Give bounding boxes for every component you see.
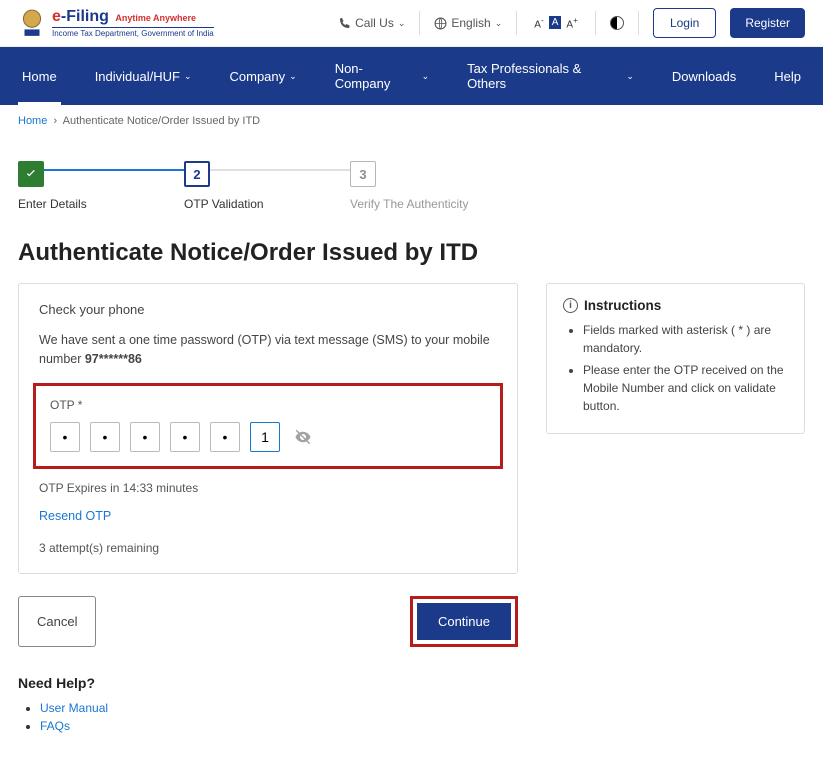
otp-digit-6[interactable] bbox=[250, 422, 280, 452]
chevron-down-icon: ⌄ bbox=[398, 18, 406, 29]
check-icon bbox=[24, 167, 38, 181]
language-label: English bbox=[451, 16, 490, 30]
call-us-dropdown[interactable]: Call Us ⌄ bbox=[339, 16, 405, 30]
need-help-title: Need Help? bbox=[18, 675, 518, 691]
step-1-done bbox=[18, 161, 44, 187]
chevron-down-icon: ⌄ bbox=[289, 71, 297, 82]
nav-noncompany-label: Non-Company bbox=[335, 61, 418, 91]
otp-digit-5[interactable] bbox=[210, 422, 240, 452]
step-3-label: Verify The Authenticity bbox=[350, 197, 516, 211]
instructions-title: i Instructions bbox=[563, 298, 788, 313]
logo[interactable]: e-Filing Anytime Anywhere Income Tax Dep… bbox=[18, 8, 214, 38]
user-manual-link[interactable]: User Manual bbox=[40, 701, 108, 715]
call-us-label: Call Us bbox=[355, 16, 394, 30]
cancel-button[interactable]: Cancel bbox=[18, 596, 96, 647]
breadcrumb-home[interactable]: Home bbox=[18, 115, 47, 127]
nav-noncompany[interactable]: Non-Company ⌄ bbox=[331, 47, 433, 105]
step-2-current: 2 bbox=[184, 161, 210, 187]
chevron-down-icon: ⌄ bbox=[184, 71, 192, 82]
globe-icon bbox=[434, 17, 447, 30]
phone-icon bbox=[339, 17, 351, 29]
otp-highlight-box: OTP * bbox=[33, 383, 503, 469]
navbar: Home Individual/HUF⌄ Company⌄ Non-Compan… bbox=[0, 47, 823, 105]
login-button[interactable]: Login bbox=[653, 8, 716, 38]
instruction-item: Please enter the OTP received on the Mob… bbox=[583, 361, 788, 415]
instructions-card: i Instructions Fields marked with asteri… bbox=[546, 283, 805, 434]
nav-individual[interactable]: Individual/HUF ⌄ bbox=[91, 47, 196, 105]
otp-digit-4[interactable] bbox=[170, 422, 200, 452]
continue-button[interactable]: Continue bbox=[417, 603, 511, 640]
card-mobile-number: 97******86 bbox=[85, 352, 142, 366]
resend-otp-link[interactable]: Resend OTP bbox=[39, 509, 497, 523]
otp-digit-1[interactable] bbox=[50, 422, 80, 452]
step-connector bbox=[210, 169, 350, 171]
otp-label: OTP * bbox=[50, 398, 486, 412]
font-size-controls: A- A A+ bbox=[531, 14, 581, 31]
font-default[interactable]: A bbox=[549, 16, 562, 29]
nav-company[interactable]: Company⌄ bbox=[226, 47, 301, 105]
header-right: Call Us ⌄ English ⌄ A- A A+ Login Regist… bbox=[339, 8, 805, 38]
emblem-icon bbox=[18, 8, 46, 38]
instructions-title-text: Instructions bbox=[584, 298, 661, 313]
need-help-section: Need Help? User Manual FAQs bbox=[18, 675, 518, 733]
chevron-down-icon: ⌄ bbox=[495, 18, 503, 29]
info-icon: i bbox=[563, 298, 578, 313]
divider bbox=[419, 11, 420, 35]
continue-highlight-box: Continue bbox=[410, 596, 518, 647]
breadcrumb-current: Authenticate Notice/Order Issued by ITD bbox=[63, 115, 260, 127]
step-3-pending: 3 bbox=[350, 161, 376, 187]
divider bbox=[516, 11, 517, 35]
card-subtitle: Check your phone bbox=[39, 302, 497, 317]
stepper: 2 3 bbox=[18, 161, 805, 187]
register-button[interactable]: Register bbox=[730, 8, 805, 38]
nav-downloads[interactable]: Downloads bbox=[668, 47, 740, 105]
font-decrease[interactable]: A- bbox=[531, 14, 546, 31]
step-1-label: Enter Details bbox=[18, 197, 184, 211]
breadcrumb: Home › Authenticate Notice/Order Issued … bbox=[0, 105, 823, 137]
otp-card: Check your phone We have sent a one time… bbox=[18, 283, 518, 574]
contrast-toggle[interactable] bbox=[610, 16, 624, 30]
step-labels: Enter Details OTP Validation Verify The … bbox=[18, 197, 805, 211]
divider bbox=[638, 11, 639, 35]
nav-taxprof-label: Tax Professionals & Others bbox=[467, 61, 622, 91]
otp-inputs bbox=[50, 422, 486, 452]
otp-digit-3[interactable] bbox=[130, 422, 160, 452]
divider bbox=[595, 11, 596, 35]
nav-taxprof[interactable]: Tax Professionals & Others ⌄ bbox=[463, 47, 638, 105]
attempts-remaining: 3 attempt(s) remaining bbox=[39, 541, 497, 555]
logo-text: e-Filing Anytime Anywhere Income Tax Dep… bbox=[52, 8, 214, 38]
nav-company-label: Company bbox=[230, 69, 286, 84]
chevron-down-icon: ⌄ bbox=[626, 71, 634, 82]
nav-home[interactable]: Home bbox=[18, 47, 61, 105]
instruction-item: Fields marked with asterisk ( * ) are ma… bbox=[583, 321, 788, 357]
font-increase[interactable]: A+ bbox=[563, 14, 581, 31]
language-dropdown[interactable]: English ⌄ bbox=[434, 16, 502, 30]
chevron-down-icon: ⌄ bbox=[422, 71, 430, 82]
logo-filing: -Filing bbox=[61, 8, 109, 25]
header: e-Filing Anytime Anywhere Income Tax Dep… bbox=[0, 0, 823, 47]
nav-individual-label: Individual/HUF bbox=[95, 69, 180, 84]
faqs-link[interactable]: FAQs bbox=[40, 719, 70, 733]
otp-expiry: OTP Expires in 14:33 minutes bbox=[39, 481, 497, 495]
step-2-label: OTP Validation bbox=[184, 197, 350, 211]
card-message: We have sent a one time password (OTP) v… bbox=[39, 331, 497, 369]
action-buttons: Cancel Continue bbox=[18, 596, 518, 647]
otp-digit-2[interactable] bbox=[90, 422, 120, 452]
logo-tagline: Anytime Anywhere bbox=[115, 13, 196, 23]
logo-sub: Income Tax Department, Government of Ind… bbox=[52, 27, 214, 38]
step-connector bbox=[44, 169, 184, 171]
eye-off-icon[interactable] bbox=[294, 428, 312, 446]
nav-help[interactable]: Help bbox=[770, 47, 805, 105]
logo-e: e bbox=[52, 8, 61, 25]
page-title: Authenticate Notice/Order Issued by ITD bbox=[18, 239, 805, 267]
